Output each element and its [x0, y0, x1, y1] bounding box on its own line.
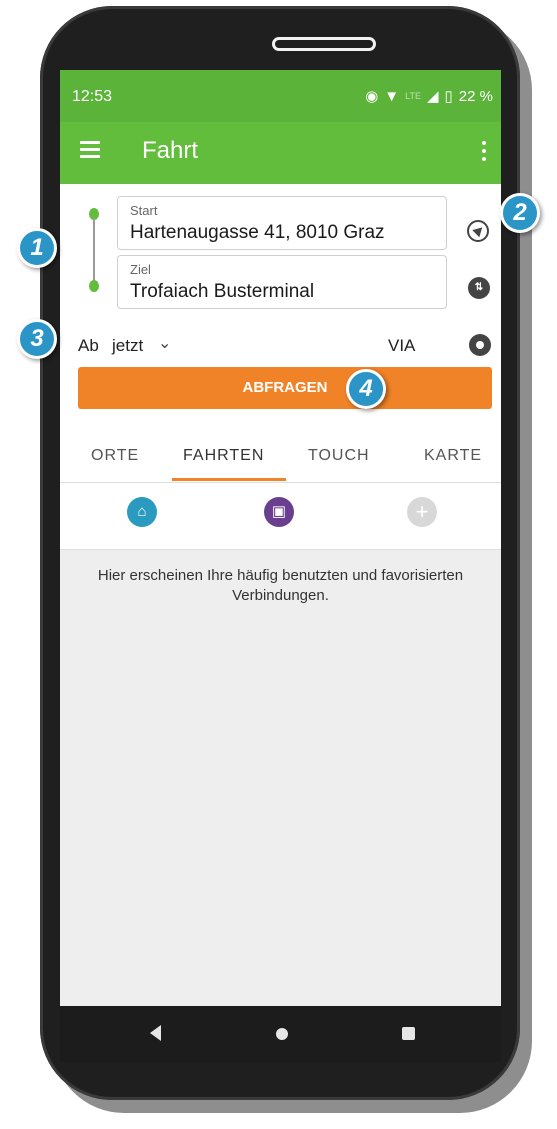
menu-icon[interactable] — [80, 141, 100, 158]
settings-icon[interactable] — [469, 334, 491, 356]
destination-label: Ziel — [130, 262, 151, 277]
tab-bar: ORTE FAHRTEN TOUCH KARTE — [60, 430, 501, 483]
tab-karte[interactable]: KARTE — [424, 447, 482, 465]
swap-icon[interactable]: ⇅ — [468, 277, 490, 299]
android-nav-bar — [60, 1006, 501, 1062]
network-type: LTE — [405, 91, 421, 101]
app-bar: Fahrt — [60, 122, 501, 184]
active-tab-indicator — [172, 478, 286, 481]
status-time: 12:53 — [72, 88, 113, 105]
callout-4: 4 — [346, 369, 386, 409]
route-line — [93, 218, 95, 284]
destination-field[interactable]: Ziel Trofaiach Busterminal — [117, 255, 447, 309]
tab-fahrten[interactable]: FAHRTEN — [183, 447, 264, 465]
phone-speaker — [272, 37, 376, 51]
via-button[interactable]: VIA — [388, 336, 415, 356]
query-button[interactable]: ABFRAGEN — [78, 367, 492, 409]
status-bar: 12:53 ◉ ▼ LTE ◢ ▯ 22 % — [60, 70, 501, 122]
destination-value: Trofaiach Busterminal — [130, 281, 315, 302]
signal-icon: ◢ — [426, 88, 439, 105]
route-form: Start Hartenaugasse 41, 8010 Graz Ziel T… — [60, 184, 501, 430]
time-selector[interactable]: jetzt — [112, 336, 143, 356]
destination-pin-icon — [89, 280, 99, 292]
start-field[interactable]: Start Hartenaugasse 41, 8010 Graz — [117, 196, 447, 250]
empty-state-message: Hier erscheinen Ihre häufig benutzten un… — [97, 567, 464, 604]
callout-2: 2 — [500, 193, 540, 233]
more-options-icon[interactable] — [481, 141, 487, 163]
status-icons: ◉ ▼ LTE ◢ ▯ 22 % — [365, 87, 493, 106]
callout-1: 1 — [17, 228, 57, 268]
battery-icon: ▯ — [444, 88, 453, 105]
home-icon[interactable]: ⌂ — [127, 497, 157, 527]
callout-3: 3 — [17, 319, 57, 359]
locate-icon[interactable] — [467, 220, 489, 242]
phone-screen: 12:53 ◉ ▼ LTE ◢ ▯ 22 % Fahrt Start Harte… — [60, 70, 501, 1006]
chevron-down-icon[interactable]: ⌄ — [158, 333, 171, 353]
data-saver-icon: ◉ — [365, 88, 379, 105]
briefcase-icon[interactable]: ▣ — [264, 497, 294, 527]
add-icon[interactable]: + — [407, 497, 437, 527]
wifi-icon: ▼ — [384, 87, 400, 105]
home-nav-icon[interactable] — [276, 1028, 288, 1040]
start-label: Start — [130, 203, 158, 218]
page-title: Fahrt — [142, 137, 199, 164]
start-value: Hartenaugasse 41, 8010 Graz — [130, 222, 385, 243]
tab-touch[interactable]: TOUCH — [308, 447, 370, 465]
time-prefix: Ab — [78, 336, 99, 355]
battery-level: 22 % — [458, 87, 493, 105]
back-icon[interactable] — [150, 1025, 161, 1041]
tab-orte[interactable]: ORTE — [91, 447, 139, 465]
recent-apps-icon[interactable] — [402, 1027, 415, 1040]
favorites-bar: ⌂ ▣ + — [60, 483, 501, 550]
